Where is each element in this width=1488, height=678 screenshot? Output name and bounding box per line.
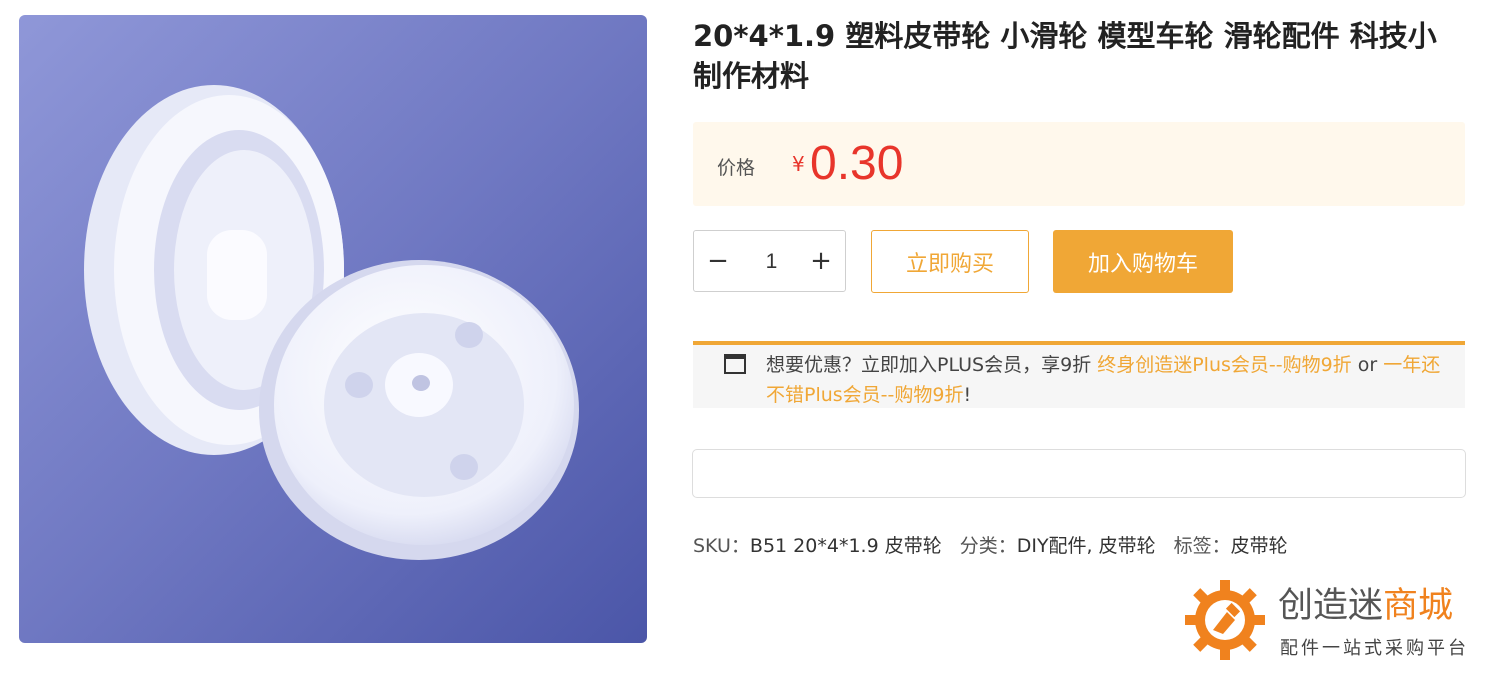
product-meta: SKU：B51 20*4*1.9 皮带轮 分类：DIY配件, 皮带轮 标签：皮带轮	[693, 531, 1288, 558]
gear-icon	[1185, 580, 1265, 660]
quantity-decrease-button[interactable]: −	[694, 231, 742, 291]
product-image[interactable]	[19, 15, 647, 643]
category-label: 分类：	[959, 535, 1017, 557]
window-icon	[724, 354, 746, 374]
product-title: 20*4*1.9 塑料皮带轮 小滑轮 模型车轮 滑轮配件 科技小制作材料	[693, 19, 1437, 93]
sku-value: B51 20*4*1.9 皮带轮	[749, 535, 942, 557]
pulley-photo	[19, 15, 647, 643]
sku-label: SKU：	[693, 535, 750, 557]
promo-or: or	[1351, 354, 1384, 376]
add-to-cart-button[interactable]: 加入购物车	[1053, 230, 1233, 293]
category-value[interactable]: DIY配件, 皮带轮	[1017, 535, 1156, 557]
promo-message: 想要优惠？立即加入PLUS会员，享9折	[766, 354, 1098, 376]
price-label: 价格	[717, 157, 756, 179]
price-box: 价格 ¥ 0.30	[693, 122, 1465, 206]
tag-label: 标签：	[1173, 535, 1231, 557]
quantity-stepper: − +	[693, 230, 846, 293]
variant-box	[692, 449, 1466, 498]
buy-now-button[interactable]: 立即购买	[871, 230, 1029, 293]
price-value: 0.30	[810, 137, 904, 190]
brand-logo: 创造迷商城 配件一站式采购平台	[1183, 578, 1483, 668]
brand-name-part2: 商城	[1383, 586, 1454, 626]
promo-text: 想要优惠？立即加入PLUS会员，享9折 终身创造迷Plus会员--购物9折 or…	[766, 350, 1456, 410]
brand-name: 创造迷商城	[1278, 586, 1453, 626]
brand-name-part1: 创造迷	[1278, 586, 1384, 626]
plus-lifetime-link[interactable]: 终身创造迷Plus会员--购物9折	[1097, 354, 1351, 376]
plus-promo-banner: 想要优惠？立即加入PLUS会员，享9折 终身创造迷Plus会员--购物9折 or…	[693, 341, 1465, 408]
promo-end: !	[963, 384, 972, 406]
quantity-input[interactable]	[742, 231, 801, 293]
quantity-increase-button[interactable]: +	[797, 231, 845, 291]
brand-slogan: 配件一站式采购平台	[1280, 638, 1469, 659]
price-currency: ¥	[792, 152, 805, 176]
tag-value[interactable]: 皮带轮	[1231, 535, 1288, 557]
